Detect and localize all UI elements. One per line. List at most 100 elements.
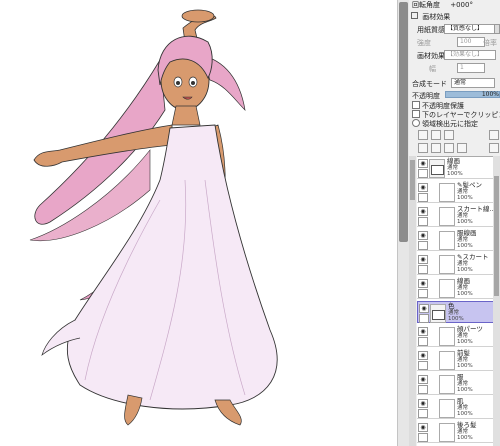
blend-mode-label: 合成モード [412, 80, 447, 88]
panel-scrollbar[interactable] [409, 156, 416, 446]
layer-opacity: 100% [457, 219, 473, 225]
layer-list-scrollbar-thumb[interactable] [494, 176, 499, 296]
layer-row[interactable]: ◉ 服線画 通常 100% [417, 229, 500, 251]
delete-layer-button[interactable] [489, 130, 499, 140]
layer-row[interactable]: ◉ 顔パーツ 通常 100% [417, 325, 500, 347]
new-layer-button[interactable] [418, 130, 428, 140]
layer-thumbnail [439, 351, 455, 370]
layer-name: 服線画 [457, 229, 477, 237]
eye-icon[interactable]: ◉ [418, 279, 428, 288]
eye-icon[interactable]: ◉ [418, 399, 428, 408]
material-effect-header[interactable]: 画材効果 [411, 12, 450, 22]
layer-lock-checkbox[interactable] [418, 169, 428, 178]
layer-row[interactable]: ◉ 肌通常 100% [417, 397, 500, 419]
scale-label: 倍率 [483, 39, 497, 47]
layer-lock-checkbox[interactable] [418, 265, 428, 274]
layer-list-scrollbar[interactable] [493, 156, 500, 446]
layer-opacity: 100% [457, 267, 473, 273]
effect-label: 画材効果 [417, 52, 445, 60]
layer-name: 色 [448, 302, 455, 310]
layer-opacity: 100% [447, 171, 463, 177]
panel-scrollbar-thumb[interactable] [410, 160, 415, 200]
layer-row[interactable]: ◉ 色通常 100% [417, 301, 500, 323]
layer-opacity: 100% [457, 435, 473, 441]
layer-lock-checkbox[interactable] [418, 337, 428, 346]
layer-lock-checkbox[interactable] [418, 193, 428, 202]
opacity-value: 100% [481, 91, 499, 98]
paper-texture-dropdown-icon[interactable] [494, 24, 500, 34]
selection-source-label: 領域検出元に指定 [422, 120, 478, 128]
layer-row[interactable]: ◉ 線画 通常 100% [417, 157, 500, 179]
new-pen-layer-button[interactable] [431, 130, 441, 140]
blend-mode-select[interactable]: 通常 [451, 78, 495, 88]
drawing-canvas[interactable] [0, 0, 397, 446]
folder-icon [429, 159, 445, 178]
layer-row[interactable]: ◉ 線画 通常 100% [417, 277, 500, 299]
eye-icon[interactable]: ◉ [418, 231, 428, 240]
layer-name: ✎スカート [457, 253, 489, 261]
eye-icon[interactable]: ◉ [418, 327, 428, 336]
layer-name: 線画 [457, 277, 470, 285]
effect-select[interactable]: 【効果なし】 [444, 50, 496, 60]
layer-mask-button[interactable] [457, 143, 467, 153]
protect-opacity-checkbox[interactable] [412, 101, 420, 109]
layer-lock-checkbox[interactable] [418, 385, 428, 394]
clip-lower-checkbox[interactable] [412, 110, 420, 118]
layer-thumbnail [439, 255, 455, 274]
layer-thumbnail [439, 327, 455, 346]
rotate-value[interactable]: +000° [450, 1, 473, 9]
clear-layer-button[interactable] [444, 143, 454, 153]
selection-source-option[interactable]: 領域検出元に指定 [412, 119, 478, 129]
layer-lock-checkbox[interactable] [418, 289, 428, 298]
layer-name: 後ろ髪 [457, 421, 477, 429]
canvas-scrollbar[interactable] [397, 0, 409, 446]
transfer-down-button[interactable] [431, 143, 441, 153]
layer-lock-checkbox[interactable] [418, 361, 428, 370]
layer-opacity: 100% [457, 363, 473, 369]
protect-opacity-label: 不透明度保護 [422, 102, 464, 110]
layer-row[interactable]: ◉ スカート線... 通常 100% [417, 205, 500, 227]
eye-icon[interactable]: ◉ [418, 183, 428, 192]
width-label: 幅 [429, 65, 436, 73]
rotate-row: 回転角度 +000° [412, 0, 473, 10]
layer-lock-checkbox[interactable] [418, 241, 428, 250]
paper-texture-label: 用紙質感 [417, 26, 445, 34]
layer-row[interactable]: ◉ ✎髪ペン 通常 100% [417, 181, 500, 203]
intensity-field[interactable]: 100 [457, 37, 485, 47]
eye-icon[interactable]: ◉ [418, 255, 428, 264]
paper-texture-select[interactable]: 【質感なし】 [444, 24, 496, 34]
opacity-label: 不透明度 [412, 92, 440, 100]
layer-thumbnail [439, 207, 455, 226]
layer-properties-panel: 回転角度 +000° 画材効果 用紙質感 【質感なし】 強度 100 倍率 画材… [409, 0, 500, 446]
selection-source-radio[interactable] [412, 119, 420, 127]
intensity-label: 強度 [417, 39, 431, 47]
eye-icon[interactable]: ◉ [418, 159, 428, 168]
canvas-scrollbar-thumb[interactable] [399, 2, 408, 242]
width-field[interactable]: 1 [457, 63, 485, 73]
merge-down-button[interactable] [418, 143, 428, 153]
layer-thumbnail [439, 399, 455, 418]
layer-opacity: 100% [457, 291, 473, 297]
layer-lock-checkbox[interactable] [418, 433, 428, 442]
folder-icon [430, 304, 446, 323]
layer-lock-checkbox[interactable] [419, 314, 429, 323]
layer-thumbnail [439, 183, 455, 202]
layer-row[interactable]: ◉ 前髪 通常 100% [417, 349, 500, 371]
layer-row[interactable]: ◉ 服通常 100% [417, 373, 500, 395]
apply-mask-button[interactable] [489, 143, 499, 153]
opacity-slider[interactable]: 100% [445, 91, 500, 98]
eye-icon[interactable]: ◉ [418, 207, 428, 216]
new-folder-button[interactable] [444, 130, 454, 140]
layer-row[interactable]: ◉ ✎スカート 通常 100% [417, 253, 500, 275]
material-effect-title: 画材効果 [422, 13, 451, 21]
layer-lock-checkbox[interactable] [418, 217, 428, 226]
layer-name: ✎髪ペン [457, 181, 482, 189]
layer-opacity: 100% [457, 387, 473, 393]
layer-lock-checkbox[interactable] [418, 409, 428, 418]
layer-row[interactable]: ◉ 後ろ髪 通常 100% [417, 421, 500, 443]
eye-icon[interactable]: ◉ [419, 304, 429, 313]
layer-name: 服 [457, 373, 464, 381]
eye-icon[interactable]: ◉ [418, 351, 428, 360]
eye-icon[interactable]: ◉ [418, 423, 428, 432]
eye-icon[interactable]: ◉ [418, 375, 428, 384]
